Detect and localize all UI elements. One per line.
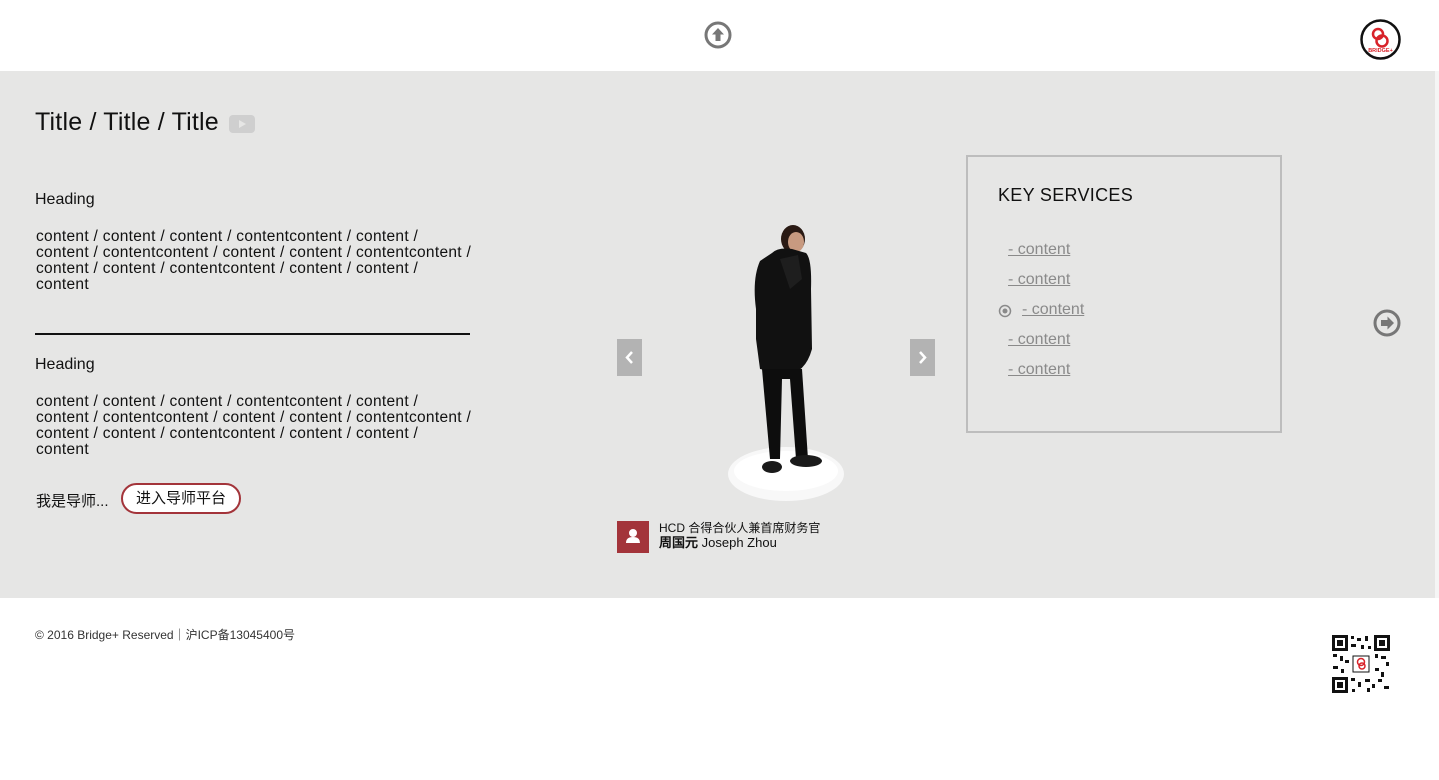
top-bar: BRIDGE+ <box>0 0 1439 71</box>
mentor-name-cn: 周国元 <box>659 535 699 550</box>
section-heading: Heading <box>35 191 95 208</box>
main-panel: Title / Title / Title Heading content / … <box>0 71 1439 598</box>
radio-selected-icon <box>998 304 1012 318</box>
arrow-up-circle-icon[interactable] <box>704 21 732 49</box>
scrollbar-track[interactable] <box>1435 71 1439 598</box>
section-content: content / content / content / contentcon… <box>36 393 472 458</box>
footer: © 2016 Bridge+ Reserved｜沪ICP备13045400号 <box>0 598 1439 780</box>
arrow-right-circle-icon[interactable] <box>1373 309 1401 337</box>
copyright-text: © 2016 Bridge+ Reserved｜沪ICP备13045400号 <box>35 628 295 642</box>
section-divider <box>35 333 470 335</box>
logo-text: BRIDGE+ <box>1368 48 1393 54</box>
chevron-left-icon <box>625 351 633 364</box>
service-link[interactable]: - content <box>1008 361 1070 379</box>
slider-prev-button[interactable] <box>617 339 642 376</box>
page-title: Title / Title / Title <box>35 108 219 136</box>
service-link[interactable]: - content <box>1008 331 1070 349</box>
bridge-logo[interactable]: BRIDGE+ <box>1360 19 1401 60</box>
mentor-label: 我是导师... <box>36 493 109 510</box>
mentor-photo <box>728 225 844 501</box>
service-link[interactable]: - content <box>1008 241 1070 259</box>
service-link-active[interactable]: - content <box>1022 301 1084 319</box>
key-services-panel: KEY SERVICES - content - content - conte… <box>966 155 1282 433</box>
user-icon <box>617 521 649 553</box>
play-icon[interactable] <box>229 115 255 133</box>
slider-next-button[interactable] <box>910 339 935 376</box>
service-link[interactable]: - content <box>1008 271 1070 289</box>
mentor-name: 周国元 Joseph Zhou <box>659 532 777 551</box>
section-content: content / content / content / contentcon… <box>36 228 472 293</box>
mentor-platform-button[interactable]: 进入导师平台 <box>121 483 241 514</box>
chevron-right-icon <box>919 351 927 364</box>
qr-code-icon <box>1331 634 1391 694</box>
key-services-title: KEY SERVICES <box>998 185 1133 205</box>
mentor-name-en: Joseph Zhou <box>701 535 777 550</box>
section-heading: Heading <box>35 356 95 373</box>
